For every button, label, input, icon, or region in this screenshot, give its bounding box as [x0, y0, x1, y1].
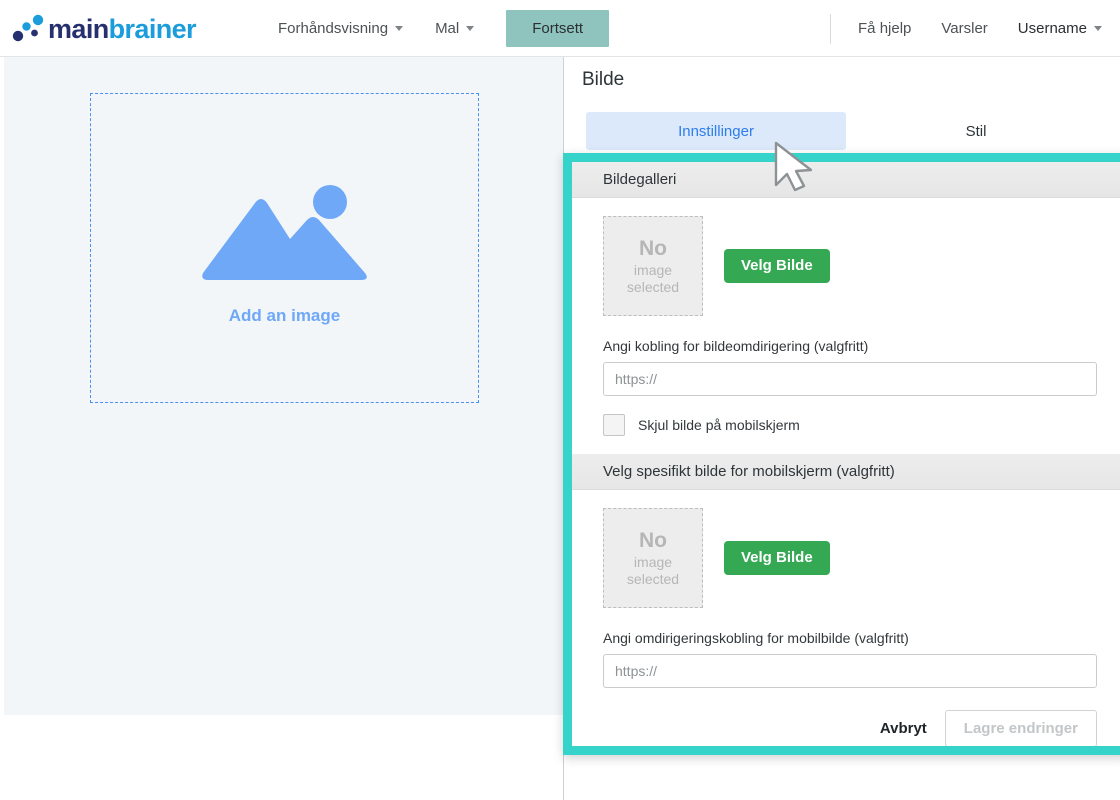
logo-word-main: main	[48, 14, 109, 44]
continue-button[interactable]: Fortsett	[506, 10, 609, 47]
nav-item-user-menu[interactable]: Username	[1018, 20, 1102, 37]
canvas-footer-area	[0, 715, 564, 800]
nav-item-forhandsvisning[interactable]: Forhåndsvisning	[278, 20, 403, 37]
email-canvas: Add an image	[4, 57, 564, 715]
section-title: Bildegalleri	[603, 171, 676, 188]
nav-divider	[830, 14, 831, 44]
mobile-redirect-link-label: Angi omdirigeringskobling for mobilbilde…	[603, 630, 1097, 646]
section-header-bildegalleri: Bildegalleri	[572, 162, 1120, 198]
logo-wordmark: mainbrainer	[48, 16, 196, 43]
nav-item-notifications[interactable]: Varsler	[941, 20, 987, 37]
nav-item-mal[interactable]: Mal	[435, 20, 474, 37]
tab-innstillinger[interactable]: Innstillinger	[586, 112, 846, 150]
no-image-line-2: image	[634, 262, 672, 279]
panel-tabs: Innstillinger Stil	[586, 112, 1106, 150]
nav-item-label: Forhåndsvisning	[278, 20, 388, 37]
section-title: Velg spesifikt bilde for mobilskjerm (va…	[603, 463, 895, 480]
username-label: Username	[1018, 20, 1087, 37]
modal-footer: Avbryt Lagre endringer	[572, 688, 1120, 746]
chevron-down-icon	[395, 26, 403, 31]
nav-item-help[interactable]: Få hjelp	[858, 20, 911, 37]
no-image-line-3: selected	[627, 571, 679, 588]
hide-on-mobile-row: Skjul bilde på mobilskjerm	[603, 414, 1097, 454]
chevron-down-icon	[1094, 26, 1102, 31]
tab-label: Stil	[966, 123, 987, 140]
modal-content: Bildegalleri No image selected Velg Bild…	[572, 162, 1120, 746]
chevron-down-icon	[466, 26, 474, 31]
add-image-dropzone[interactable]: Add an image	[90, 93, 479, 403]
nav-item-label: Varsler	[941, 20, 987, 37]
primary-nav: Forhåndsvisning Mal Fortsett	[278, 0, 609, 57]
nav-item-label: Mal	[435, 20, 459, 37]
choose-mobile-image-button[interactable]: Velg Bilde	[724, 541, 830, 575]
choose-image-button[interactable]: Velg Bilde	[724, 249, 830, 283]
image-settings-modal: Bildegalleri No image selected Velg Bild…	[563, 153, 1120, 755]
app-root: mainbrainer Forhåndsvisning Mal Fortsett…	[0, 0, 1120, 800]
secondary-nav: Få hjelp Varsler Username	[830, 0, 1102, 57]
cancel-button[interactable]: Avbryt	[880, 720, 927, 737]
mobile-redirect-link-input[interactable]	[603, 654, 1097, 688]
section-body-bildegalleri: No image selected Velg Bilde Angi koblin…	[572, 198, 1120, 454]
no-image-line-2: image	[634, 554, 672, 571]
redirect-link-label: Angi kobling for bildeomdirigering (valg…	[603, 338, 1097, 354]
redirect-link-input[interactable]	[603, 362, 1097, 396]
logo-word-brainer: brainer	[109, 14, 196, 44]
no-image-line-3: selected	[627, 279, 679, 296]
top-navigation-bar: mainbrainer Forhåndsvisning Mal Fortsett…	[0, 0, 1120, 57]
no-image-line-1: No	[639, 236, 667, 262]
add-image-label: Add an image	[229, 306, 340, 326]
section-header-mobile-image: Velg spesifikt bilde for mobilskjerm (va…	[572, 454, 1120, 490]
no-image-thumbnail-mobile[interactable]: No image selected	[603, 508, 703, 608]
no-image-thumbnail[interactable]: No image selected	[603, 216, 703, 316]
tab-label: Innstillinger	[678, 123, 754, 140]
hide-on-mobile-checkbox[interactable]	[603, 414, 625, 436]
mountain-sun-icon	[200, 170, 370, 290]
save-changes-button[interactable]: Lagre endringer	[945, 710, 1097, 746]
tab-stil[interactable]: Stil	[846, 112, 1106, 150]
mainbrainer-logo[interactable]: mainbrainer	[10, 10, 225, 48]
logo-dots-icon	[10, 14, 48, 44]
section-body-mobile-image: No image selected Velg Bilde Angi omdiri…	[572, 490, 1120, 688]
nav-item-label: Få hjelp	[858, 20, 911, 37]
hide-on-mobile-label: Skjul bilde på mobilskjerm	[638, 417, 800, 433]
page-title: Bilde	[582, 69, 624, 91]
mobile-image-picker-row: No image selected Velg Bilde	[603, 508, 1097, 608]
image-picker-row: No image selected Velg Bilde	[603, 216, 1097, 316]
no-image-line-1: No	[639, 528, 667, 554]
